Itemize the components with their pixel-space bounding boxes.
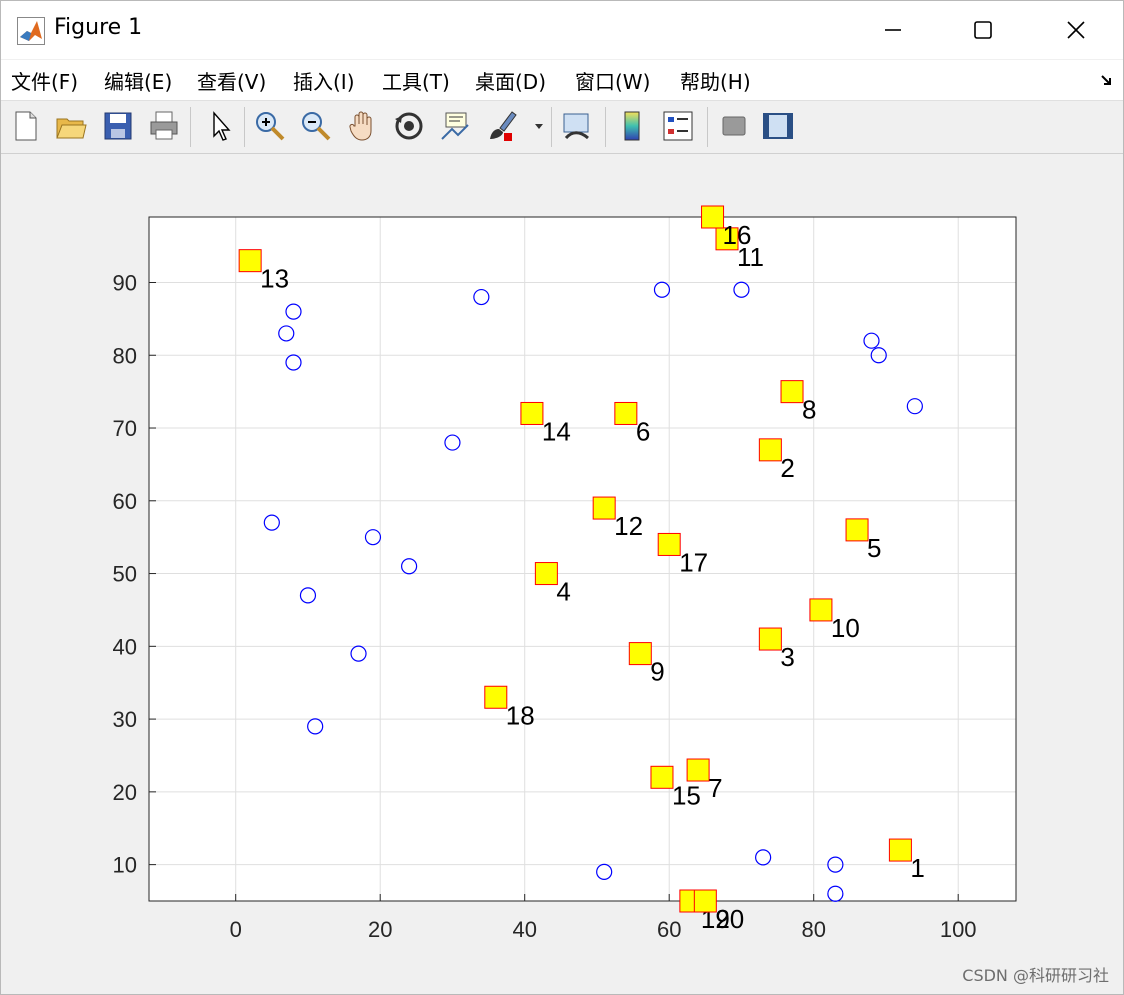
point-label: 6 xyxy=(636,416,650,446)
figure-window: Figure 1 文件(F) 编辑(E) 查看(V) 插入(I) 工具(T) 桌… xyxy=(0,0,1124,995)
zoom-in-icon[interactable] xyxy=(253,109,287,143)
square-point xyxy=(657,532,681,556)
x-tick-label: 80 xyxy=(801,917,825,942)
menu-edit[interactable]: 编辑(E) xyxy=(104,66,172,95)
point-label: 20 xyxy=(715,904,744,934)
square-point xyxy=(592,496,616,520)
square-point xyxy=(693,889,717,913)
save-icon[interactable] xyxy=(101,109,135,143)
figure-canvas[interactable]: 0 20 40 60 80 100 10 20 30 40 50 60 70 80 90 1 2 3 4 5 6 7 8 9 1… xyxy=(1,154,1123,994)
square-point xyxy=(758,438,782,462)
square-point xyxy=(845,518,869,542)
point-label: 17 xyxy=(679,547,708,577)
rotate-3d-icon[interactable] xyxy=(392,109,426,143)
square-point xyxy=(809,598,833,622)
zoom-out-icon[interactable] xyxy=(299,109,333,143)
menu-insert[interactable]: 插入(I) xyxy=(293,66,355,95)
y-tick-label: 40 xyxy=(113,634,137,659)
dock-arrow-icon[interactable] xyxy=(1099,72,1115,88)
square-point xyxy=(758,627,782,651)
square-point xyxy=(888,838,912,862)
point-label: 4 xyxy=(556,577,570,607)
square-point xyxy=(238,249,262,273)
x-tick-label: 60 xyxy=(657,917,681,942)
figure-toolbar xyxy=(1,101,1123,154)
point-label: 9 xyxy=(650,657,664,687)
point-label: 10 xyxy=(831,613,860,643)
window-title: Figure 1 xyxy=(54,15,143,40)
point-label: 18 xyxy=(506,700,535,730)
new-figure-icon[interactable] xyxy=(9,109,43,143)
point-label: 2 xyxy=(780,453,794,483)
axes-background xyxy=(149,217,1016,901)
square-point xyxy=(614,401,638,425)
point-label: 16 xyxy=(723,220,752,250)
print-icon[interactable] xyxy=(147,109,181,143)
maximize-button[interactable] xyxy=(960,9,1006,51)
close-button[interactable] xyxy=(1053,9,1099,51)
legend-icon[interactable] xyxy=(661,109,695,143)
toolbar-separator xyxy=(244,107,245,147)
link-plot-icon[interactable] xyxy=(560,109,594,143)
maximize-icon xyxy=(974,21,992,39)
menu-tools[interactable]: 工具(T) xyxy=(382,66,450,95)
title-bar[interactable]: Figure 1 xyxy=(1,1,1123,59)
x-tick-label: 40 xyxy=(512,917,536,942)
y-tick-label: 30 xyxy=(113,707,137,732)
menu-file[interactable]: 文件(F) xyxy=(11,66,78,95)
square-point xyxy=(686,758,710,782)
square-point xyxy=(534,562,558,586)
y-tick-label: 60 xyxy=(113,489,137,514)
x-tick-label: 0 xyxy=(230,917,242,942)
square-point xyxy=(520,401,544,425)
menu-bar: 文件(F) 编辑(E) 查看(V) 插入(I) 工具(T) 桌面(D) 窗口(W… xyxy=(1,60,1123,101)
x-tick-label: 20 xyxy=(368,917,392,942)
menu-view[interactable]: 查看(V) xyxy=(197,66,266,95)
hide-plot-tools-icon[interactable] xyxy=(717,109,751,143)
y-tick-label: 80 xyxy=(113,343,137,368)
matlab-logo-icon xyxy=(17,17,45,45)
scatter-plot[interactable]: 0 20 40 60 80 1001020304050607080901234567891… xyxy=(1,154,1123,994)
x-tick-label: 100 xyxy=(940,917,977,942)
show-plot-tools-icon[interactable] xyxy=(761,109,795,143)
point-label: 15 xyxy=(672,780,701,810)
minimize-icon xyxy=(885,29,901,31)
menu-help[interactable]: 帮助(H) xyxy=(680,66,751,95)
point-label: 7 xyxy=(708,773,722,803)
colorbar-icon[interactable] xyxy=(615,109,649,143)
point-label: 12 xyxy=(614,511,643,541)
point-label: 3 xyxy=(780,642,794,672)
edit-pointer-icon[interactable] xyxy=(204,109,238,143)
close-icon xyxy=(1067,21,1085,39)
pan-hand-icon[interactable] xyxy=(346,109,380,143)
square-point xyxy=(484,685,508,709)
point-label: 5 xyxy=(867,533,881,563)
brush-icon[interactable] xyxy=(486,109,520,143)
point-label: 1 xyxy=(910,853,924,883)
square-point xyxy=(780,380,804,404)
toolbar-separator xyxy=(190,107,191,147)
y-tick-label: 90 xyxy=(113,270,137,295)
data-cursor-icon[interactable] xyxy=(438,109,472,143)
square-point xyxy=(701,205,725,229)
y-tick-label: 50 xyxy=(113,562,137,587)
toolbar-separator xyxy=(707,107,708,147)
menu-desktop[interactable]: 桌面(D) xyxy=(475,66,546,95)
point-label: 8 xyxy=(802,395,816,425)
watermark-text: CSDN @科研研习社 xyxy=(962,966,1109,985)
point-label: 13 xyxy=(260,264,289,294)
y-tick-label: 10 xyxy=(113,853,137,878)
open-file-icon[interactable] xyxy=(54,109,88,143)
toolbar-separator xyxy=(551,107,552,147)
y-tick-label: 20 xyxy=(113,780,137,805)
y-tick-label: 70 xyxy=(113,416,137,441)
point-label: 14 xyxy=(542,416,571,446)
menu-window[interactable]: 窗口(W) xyxy=(575,66,650,95)
minimize-button[interactable] xyxy=(870,9,916,51)
square-point xyxy=(650,765,674,789)
square-point xyxy=(628,642,652,666)
toolbar-separator xyxy=(605,107,606,147)
brush-dropdown-icon[interactable] xyxy=(533,121,545,131)
